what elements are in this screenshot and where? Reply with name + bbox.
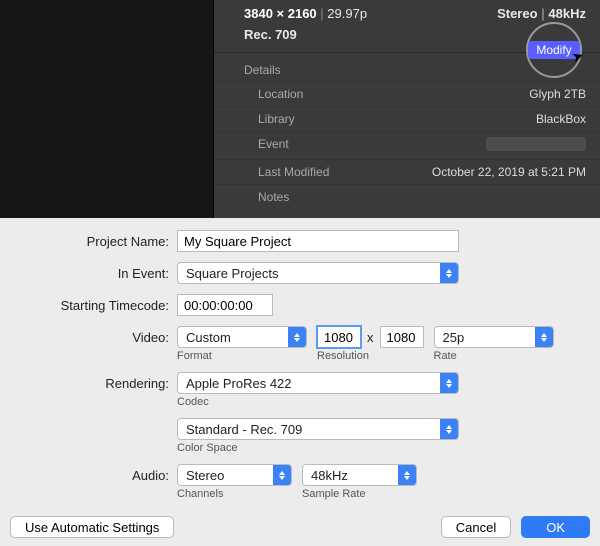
cursor-highlight-circle: Modify ➤ <box>526 22 582 78</box>
in-event-label: In Event: <box>12 262 177 281</box>
row-starting-timecode: Starting Timecode: <box>0 294 600 316</box>
use-automatic-settings-button[interactable]: Use Automatic Settings <box>10 516 174 538</box>
inspector-header: 3840 × 2160 | 29.97p Stereo | 48kHz Rec.… <box>214 0 600 53</box>
modify-button-label: Modify <box>536 43 571 57</box>
rendering-colorspace-sublabel: Color Space <box>177 442 459 454</box>
audio-channels-value: Stereo <box>186 468 224 483</box>
library-value: BlackBox <box>378 112 586 126</box>
row-project-name: Project Name: <box>0 230 600 252</box>
starting-timecode-input[interactable] <box>177 294 273 316</box>
audio-samplerate-value: 48kHz <box>311 468 348 483</box>
event-blank-pill <box>486 137 586 151</box>
video-label: Video: <box>12 326 177 345</box>
details-section: Details Location Glyph 2TB Library Black… <box>214 53 600 209</box>
rendering-colorspace-value: Standard - Rec. 709 <box>186 422 302 437</box>
rendering-codec-select[interactable]: Apple ProRes 422 <box>177 372 459 394</box>
ok-button[interactable]: OK <box>521 516 590 538</box>
starting-timecode-label: Starting Timecode: <box>12 294 177 313</box>
dialog-button-bar: Use Automatic Settings Cancel OK <box>0 516 600 538</box>
audio-samplerate-select[interactable]: 48kHz <box>302 464 417 486</box>
chevron-updown-icon <box>273 465 291 485</box>
detail-row-last-modified: Last Modified October 22, 2019 at 5:21 P… <box>214 159 600 184</box>
row-audio: Audio: Stereo Channels 48kHz Sample Rate <box>0 464 600 500</box>
cancel-button[interactable]: Cancel <box>441 516 511 538</box>
inspector-blank-region <box>0 0 213 218</box>
resolution-x: x <box>365 330 376 345</box>
audio-line: Stereo | 48kHz <box>497 6 586 21</box>
audio-channels-select[interactable]: Stereo <box>177 464 292 486</box>
chevron-updown-icon <box>535 327 553 347</box>
detail-row-library: Library BlackBox <box>214 106 600 131</box>
event-value <box>378 137 586 154</box>
video-format-select[interactable]: Custom <box>177 326 307 348</box>
project-settings-dialog: Project Name: In Event: Square Projects … <box>0 218 600 546</box>
chevron-updown-icon <box>440 373 458 393</box>
project-name-label: Project Name: <box>12 230 177 249</box>
notes-value <box>378 190 586 204</box>
chevron-updown-icon <box>288 327 306 347</box>
location-label: Location <box>258 87 378 101</box>
rendering-label: Rendering: <box>12 372 177 391</box>
video-width-input[interactable] <box>317 326 361 348</box>
event-label: Event <box>258 137 378 154</box>
video-format-value: Custom <box>186 330 231 345</box>
rendering-codec-value: Apple ProRes 422 <box>186 376 292 391</box>
video-rate-select[interactable]: 25p <box>434 326 554 348</box>
row-rendering: Rendering: Apple ProRes 422 Codec Standa… <box>0 372 600 454</box>
row-in-event: In Event: Square Projects <box>0 262 600 284</box>
audio-channels-label: Stereo <box>497 6 537 21</box>
resolution-value: 3840 × 2160 <box>244 6 317 21</box>
modify-button[interactable]: Modify ➤ <box>528 41 579 59</box>
framerate-value: 29.97p <box>327 6 367 21</box>
chevron-updown-icon <box>440 263 458 283</box>
detail-row-location: Location Glyph 2TB <box>214 81 600 106</box>
video-format-sublabel: Format <box>177 350 307 362</box>
rendering-codec-sublabel: Codec <box>177 396 459 408</box>
library-label: Library <box>258 112 378 126</box>
detail-row-notes: Notes <box>214 184 600 209</box>
location-value: Glyph 2TB <box>378 87 586 101</box>
chevron-updown-icon <box>440 419 458 439</box>
audio-channels-sublabel: Channels <box>177 488 292 500</box>
detail-row-event: Event <box>214 131 600 159</box>
inspector-pane: 3840 × 2160 | 29.97p Stereo | 48kHz Rec.… <box>0 0 600 218</box>
chevron-updown-icon <box>398 465 416 485</box>
video-resolution-sublabel: Resolution <box>317 350 424 362</box>
in-event-select[interactable]: Square Projects <box>177 262 459 284</box>
inspector-info-panel: 3840 × 2160 | 29.97p Stereo | 48kHz Rec.… <box>214 0 600 218</box>
video-rate-sublabel: Rate <box>434 350 554 362</box>
last-modified-value: October 22, 2019 at 5:21 PM <box>378 165 586 179</box>
last-modified-label: Last Modified <box>258 165 378 179</box>
audio-rate-value: 48kHz <box>548 6 586 21</box>
row-video: Video: Custom Format x Resolution <box>0 326 600 362</box>
video-rate-value: 25p <box>443 330 465 345</box>
settings-form: Project Name: In Event: Square Projects … <box>0 218 600 500</box>
audio-samplerate-sublabel: Sample Rate <box>302 488 417 500</box>
project-name-input[interactable] <box>177 230 459 252</box>
in-event-value: Square Projects <box>186 266 279 281</box>
notes-label: Notes <box>258 190 378 204</box>
video-height-input[interactable] <box>380 326 424 348</box>
audio-label: Audio: <box>12 464 177 483</box>
rendering-colorspace-select[interactable]: Standard - Rec. 709 <box>177 418 459 440</box>
